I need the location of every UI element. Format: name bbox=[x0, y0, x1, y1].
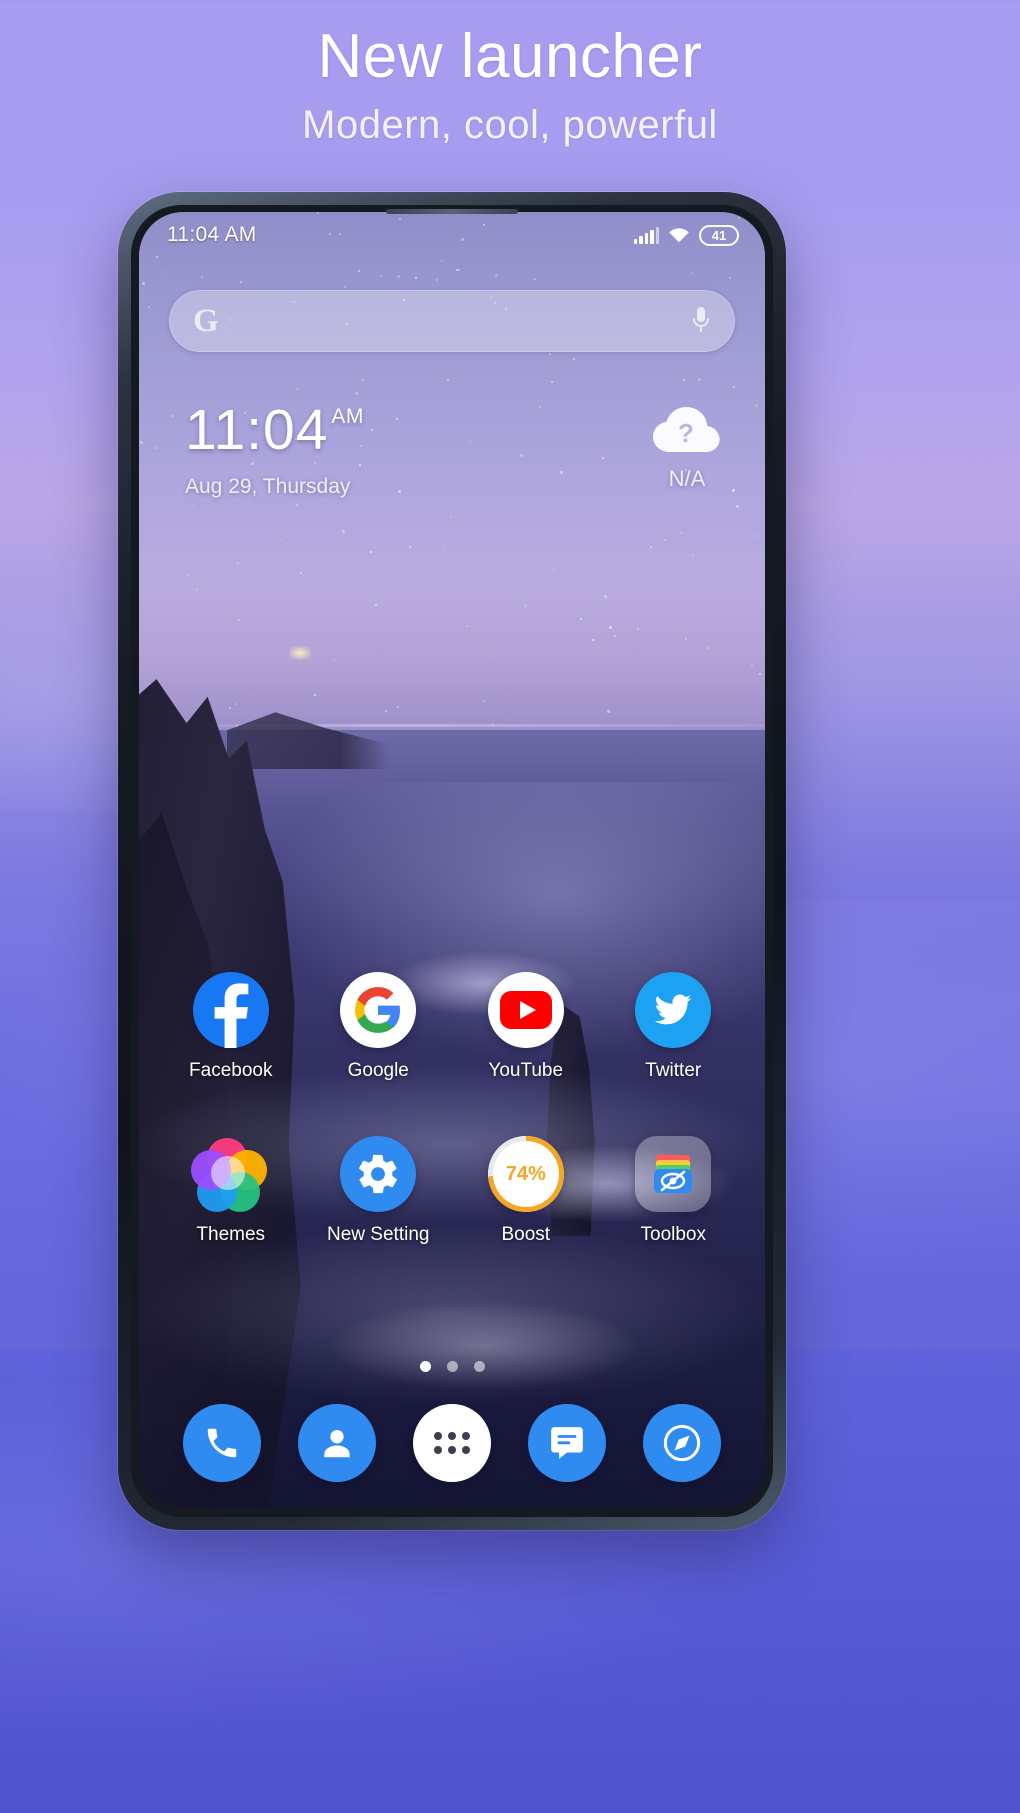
status-bar-icons: 41 bbox=[633, 224, 739, 246]
clock-date: Aug 29, Thursday bbox=[185, 475, 351, 498]
status-bar-clock: 11:04 AM bbox=[167, 223, 257, 246]
themes-flower-icon[interactable] bbox=[190, 1136, 269, 1212]
weather-widget[interactable]: ? N/A bbox=[649, 402, 731, 492]
page-indicator[interactable] bbox=[139, 1361, 765, 1372]
weather-temperature: N/A bbox=[668, 466, 706, 491]
earpiece-speaker bbox=[386, 209, 518, 214]
page-dot-1[interactable] bbox=[419, 1361, 431, 1372]
app-label: Boost bbox=[501, 1224, 551, 1245]
facebook-icon[interactable] bbox=[192, 972, 269, 1048]
app-new-setting[interactable]: New Setting bbox=[319, 1136, 437, 1246]
browser-compass-icon[interactable] bbox=[642, 1404, 721, 1482]
phone-mockup: 11:04 AM 41 G 11:04 AM Aug 29, Thursday … bbox=[118, 192, 786, 1530]
phone-bezel: 11:04 AM 41 G 11:04 AM Aug 29, Thursday … bbox=[131, 205, 773, 1517]
app-label: Toolbox bbox=[640, 1224, 707, 1245]
phone-icon[interactable] bbox=[183, 1404, 262, 1482]
clock-time: 11:04 bbox=[185, 398, 329, 462]
dock bbox=[139, 1404, 765, 1482]
toolbox-icon[interactable] bbox=[635, 1136, 712, 1212]
page-subtitle: Modern, cool, powerful bbox=[302, 103, 718, 148]
clock-time-row: 11:04 AM bbox=[185, 402, 364, 459]
message-icon[interactable] bbox=[527, 1404, 606, 1482]
youtube-icon[interactable] bbox=[487, 972, 564, 1048]
app-label: New Setting bbox=[327, 1224, 430, 1245]
clock-widget[interactable]: 11:04 AM Aug 29, Thursday bbox=[179, 402, 364, 499]
app-label: YouTube bbox=[488, 1060, 564, 1081]
app-grid: Facebook Google YouTube Twitter Themes N… bbox=[139, 972, 765, 1246]
app-label: Google bbox=[347, 1060, 409, 1081]
google-icon[interactable] bbox=[340, 972, 417, 1048]
app-row-1: Facebook Google YouTube Twitter bbox=[139, 972, 765, 1082]
boost-ring-icon[interactable]: 74% bbox=[487, 1136, 564, 1212]
app-toolbox[interactable]: Toolbox bbox=[614, 1136, 732, 1246]
app-drawer-dots bbox=[433, 1432, 470, 1454]
app-label: Twitter bbox=[645, 1060, 702, 1081]
status-bar: 11:04 AM 41 bbox=[139, 212, 765, 258]
wallpaper-horizon bbox=[139, 723, 765, 727]
page-dot-2[interactable] bbox=[446, 1361, 458, 1372]
page-title: New launcher bbox=[317, 22, 703, 91]
google-search-bar[interactable]: G bbox=[169, 290, 735, 352]
gear-icon[interactable] bbox=[340, 1136, 417, 1212]
app-facebook[interactable]: Facebook bbox=[172, 972, 290, 1082]
page-dot-3[interactable] bbox=[473, 1361, 485, 1372]
clock-weather-widget[interactable]: 11:04 AM Aug 29, Thursday ? N/A bbox=[179, 402, 731, 499]
contacts-icon[interactable] bbox=[298, 1404, 377, 1482]
google-g-icon: G bbox=[193, 302, 219, 339]
app-google[interactable]: Google bbox=[319, 972, 437, 1082]
app-label: Themes bbox=[196, 1224, 266, 1245]
promo-header: New launcher Modern, cool, powerful bbox=[0, 0, 1020, 148]
microphone-icon[interactable] bbox=[691, 305, 711, 337]
wifi-icon bbox=[668, 227, 690, 243]
app-twitter[interactable]: Twitter bbox=[614, 972, 732, 1082]
app-themes[interactable]: Themes bbox=[172, 1136, 290, 1246]
app-label: Facebook bbox=[189, 1060, 273, 1081]
app-row-2: Themes New Setting 74% Boost Toolbox bbox=[139, 1136, 765, 1246]
boost-percent: 74% bbox=[492, 1141, 559, 1207]
app-youtube[interactable]: YouTube bbox=[467, 972, 585, 1082]
wallpaper-tower-light bbox=[289, 646, 312, 661]
svg-text:?: ? bbox=[678, 418, 694, 448]
app-drawer-icon[interactable] bbox=[412, 1404, 491, 1482]
cloud-question-icon: ? bbox=[649, 402, 725, 458]
battery-indicator: 41 bbox=[699, 224, 739, 246]
app-boost[interactable]: 74% Boost bbox=[467, 1136, 585, 1246]
phone-screen: 11:04 AM 41 G 11:04 AM Aug 29, Thursday … bbox=[139, 212, 765, 1508]
twitter-icon[interactable] bbox=[635, 972, 712, 1048]
signal-bars-icon bbox=[633, 226, 659, 244]
clock-ampm: AM bbox=[331, 405, 364, 428]
